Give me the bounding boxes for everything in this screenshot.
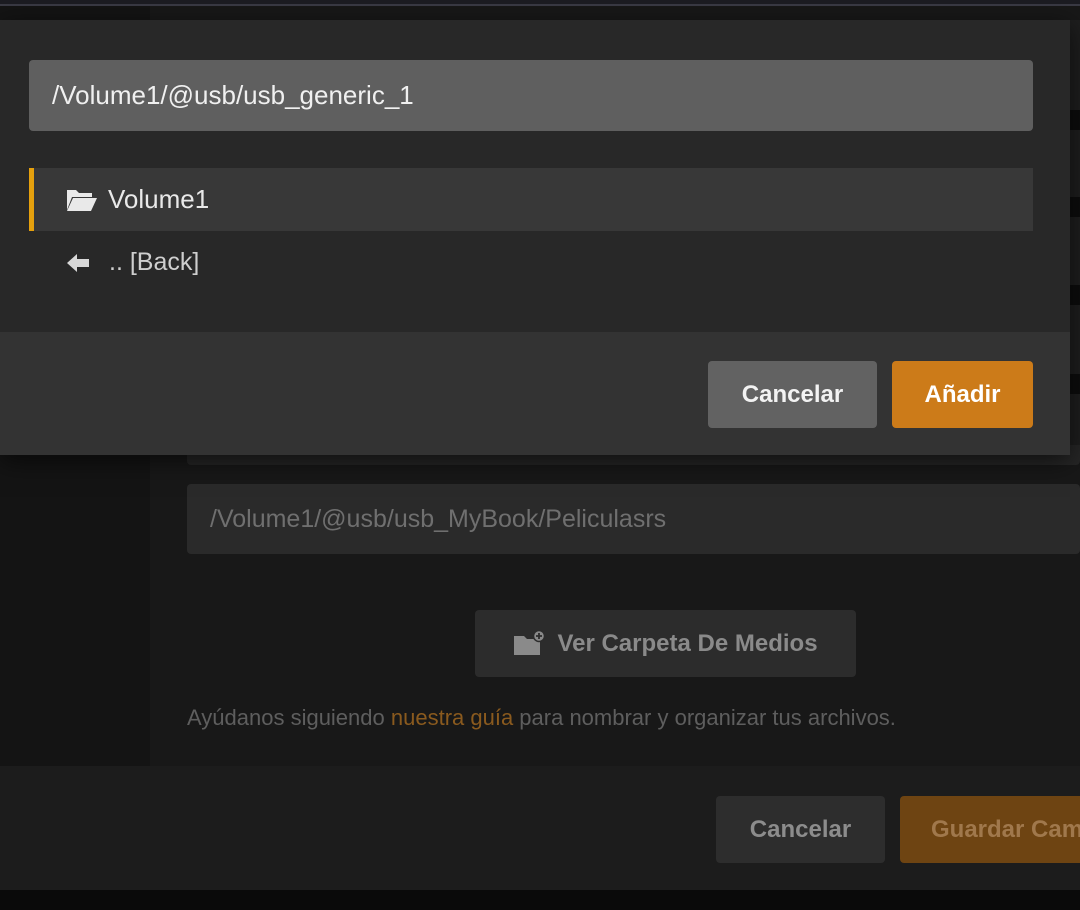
save-changes-button[interactable]: Guardar Cambios bbox=[900, 796, 1080, 863]
browse-media-folder-button[interactable]: Ver Carpeta De Medios bbox=[475, 610, 856, 677]
help-text-before: Ayúdanos siguiendo bbox=[187, 705, 391, 730]
background-divider bbox=[1070, 110, 1080, 130]
bottom-strip bbox=[0, 890, 1080, 910]
browse-media-folder-label: Ver Carpeta De Medios bbox=[557, 629, 818, 657]
directory-item-volume1[interactable]: Volume1 bbox=[29, 168, 1033, 231]
folder-open-icon bbox=[66, 187, 98, 213]
directory-item-label: .. [Back] bbox=[109, 248, 200, 276]
dialog-footer: Cancelar Añadir bbox=[0, 332, 1070, 455]
help-text-after: para nombrar y organizar tus archivos. bbox=[513, 705, 896, 730]
settings-cancel-button[interactable]: Cancelar bbox=[716, 796, 885, 863]
arrow-left-icon bbox=[66, 250, 94, 276]
help-text: Ayúdanos siguiendo nuestra guía para nom… bbox=[187, 705, 1077, 731]
directory-item-back[interactable]: .. [Back] bbox=[29, 231, 1033, 294]
add-button[interactable]: Añadir bbox=[892, 361, 1033, 428]
background-divider bbox=[1070, 197, 1080, 217]
library-folder-field[interactable]: /Volume1/@usb/usb_MyBook/Peliculasrs bbox=[187, 484, 1080, 554]
guide-link[interactable]: nuestra guía bbox=[391, 705, 513, 730]
directory-item-label: Volume1 bbox=[108, 184, 210, 214]
folder-browser-dialog: Volume1 .. [Back] Cancelar Añadir bbox=[0, 20, 1070, 455]
cancel-button[interactable]: Cancelar bbox=[708, 361, 877, 428]
folder-add-icon bbox=[513, 629, 546, 658]
background-divider bbox=[1070, 285, 1080, 305]
background-divider bbox=[1070, 374, 1080, 394]
folder-path-input[interactable] bbox=[29, 60, 1033, 131]
